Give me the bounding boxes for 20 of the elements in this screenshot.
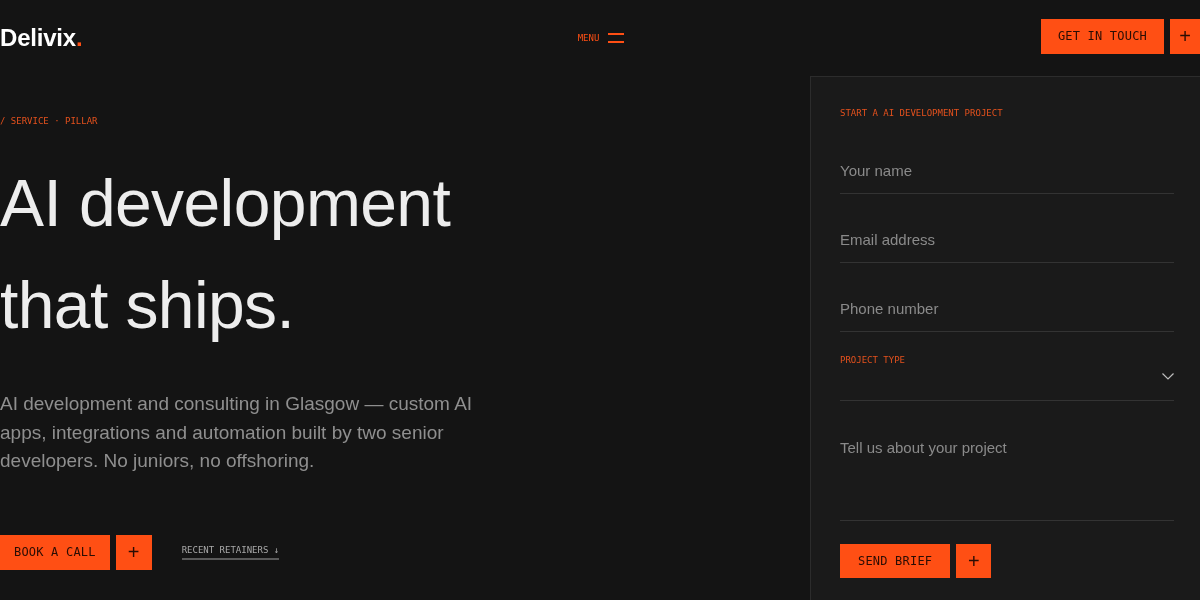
send-brief-button[interactable]: SEND BRIEF (840, 544, 951, 578)
headline: AI development that ships. (0, 165, 451, 344)
chevron-down-icon (1162, 373, 1174, 380)
lead-paragraph: AI development and consulting in Glasgow — custom AI apps, integrations and automation built by two senior developers. No juniors, no offshoring. (0, 392, 474, 473)
plus-button[interactable]: + (115, 534, 152, 570)
select-field[interactable]: PROJECT TYPE (840, 355, 1174, 401)
logo[interactable]: Delivix. (0, 26, 83, 50)
recent-retainers-link[interactable]: RECENT RETAINERS ↓ (181, 544, 280, 560)
book-call-button[interactable]: BOOK A CALL (0, 534, 110, 570)
input-field[interactable]: Email address (840, 217, 1174, 263)
input-field[interactable]: Phone number (840, 286, 1174, 332)
menu-button[interactable]: MENU (577, 33, 625, 43)
form-title: START A AI DEVELOPMENT PROJECT (840, 107, 1003, 119)
input-field[interactable]: Your name (840, 148, 1174, 194)
breadcrumb: / SERVICE · PILLAR (0, 116, 98, 126)
plus-button[interactable]: + (956, 544, 992, 578)
get-in-touch-button[interactable]: GET IN TOUCH (1040, 18, 1164, 54)
plus-button[interactable]: + (1170, 18, 1200, 54)
textarea-field[interactable]: Tell us about your project (840, 424, 1174, 521)
menu-icon (608, 33, 625, 43)
